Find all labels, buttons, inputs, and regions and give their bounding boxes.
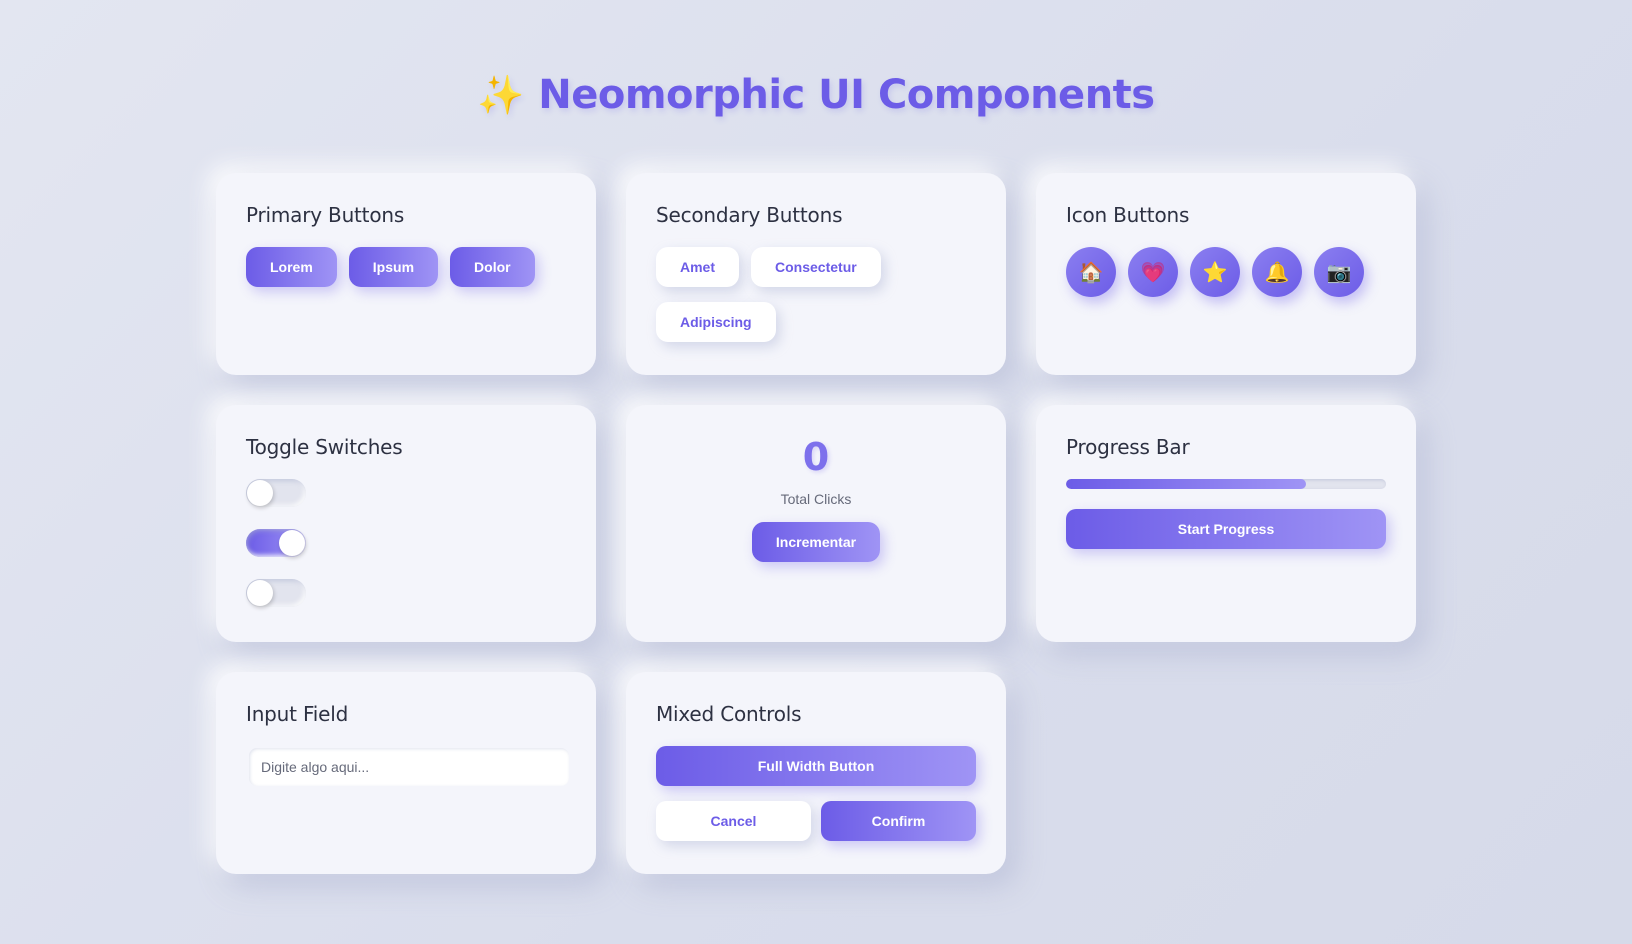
icon-buttons-row: 🏠 💗 ⭐ 🔔 📷 bbox=[1066, 247, 1386, 297]
camera-icon[interactable]: 📷 bbox=[1314, 247, 1364, 297]
card-heading: Mixed Controls bbox=[656, 702, 802, 726]
consectetur-button[interactable]: Consectetur bbox=[751, 247, 881, 287]
primary-buttons-row: Lorem Ipsum Dolor bbox=[246, 247, 566, 287]
secondary-buttons-card: Secondary Buttons Amet Consectetur Adipis… bbox=[626, 173, 1006, 375]
card-heading: Toggle Switches bbox=[246, 435, 403, 459]
increment-button[interactable]: Incrementar bbox=[751, 522, 881, 562]
page: ✨ Neomorphic UI Components Primary Button… bbox=[0, 0, 1632, 944]
click-count-label: Total Clicks bbox=[780, 491, 852, 507]
toggle-switch-2[interactable] bbox=[246, 529, 306, 557]
page-title: ✨ Neomorphic UI Components bbox=[0, 72, 1632, 118]
bell-icon[interactable]: 🔔 bbox=[1252, 247, 1302, 297]
card-heading: Input Field bbox=[246, 702, 349, 726]
star-icon[interactable]: ⭐ bbox=[1190, 247, 1240, 297]
click-count: 0 bbox=[802, 435, 830, 479]
progress-fill bbox=[1066, 479, 1306, 489]
start-progress-button[interactable]: Start Progress bbox=[1066, 509, 1386, 549]
card-heading: Primary Buttons bbox=[246, 203, 405, 227]
sparkle-icon: ✨ bbox=[477, 73, 525, 117]
toggle-knob bbox=[279, 530, 305, 556]
toggle-knob bbox=[247, 480, 273, 506]
dolor-button[interactable]: Dolor bbox=[450, 247, 535, 287]
card-heading: Progress Bar bbox=[1066, 435, 1190, 459]
confirm-button[interactable]: Confirm bbox=[821, 801, 976, 841]
action-buttons: Cancel Confirm bbox=[656, 801, 976, 841]
toggle-knob bbox=[247, 580, 273, 606]
full-width-button[interactable]: Full Width Button bbox=[656, 746, 976, 786]
card-heading: Icon Buttons bbox=[1066, 203, 1190, 227]
cancel-button[interactable]: Cancel bbox=[656, 801, 811, 841]
adipiscing-button[interactable]: Adipiscing bbox=[656, 302, 776, 342]
heart-icon[interactable]: 💗 bbox=[1128, 247, 1178, 297]
text-input[interactable] bbox=[249, 748, 569, 786]
ipsum-button[interactable]: Ipsum bbox=[348, 247, 439, 287]
secondary-buttons-row: Amet Consectetur bbox=[656, 247, 976, 287]
icon-buttons-card: Icon Buttons 🏠 💗 ⭐ 🔔 📷 bbox=[1036, 173, 1416, 375]
progress-track bbox=[1066, 479, 1386, 489]
lorem-button[interactable]: Lorem bbox=[246, 247, 337, 287]
primary-buttons-card: Primary Buttons Lorem Ipsum Dolor bbox=[216, 173, 596, 375]
card-heading: Secondary Buttons bbox=[656, 203, 843, 227]
toggle-switch-1[interactable] bbox=[246, 479, 306, 507]
toggle-switch-3[interactable] bbox=[246, 579, 306, 607]
house-icon[interactable]: 🏠 bbox=[1066, 247, 1116, 297]
input-field-card: Input Field bbox=[216, 672, 596, 874]
counter: 0 Total Clicks Incrementar bbox=[656, 435, 976, 562]
amet-button[interactable]: Amet bbox=[656, 247, 740, 287]
mixed-controls-card: Mixed Controls Full Width Button Cancel … bbox=[626, 672, 1006, 874]
counter-card: 0 Total Clicks Incrementar bbox=[626, 405, 1006, 642]
page-title-text: Neomorphic UI Components bbox=[538, 72, 1155, 118]
toggle-switches-card: Toggle Switches bbox=[216, 405, 596, 642]
secondary-buttons-row-2: Adipiscing bbox=[656, 302, 976, 342]
progress-bar-card: Progress Bar Start Progress bbox=[1036, 405, 1416, 642]
